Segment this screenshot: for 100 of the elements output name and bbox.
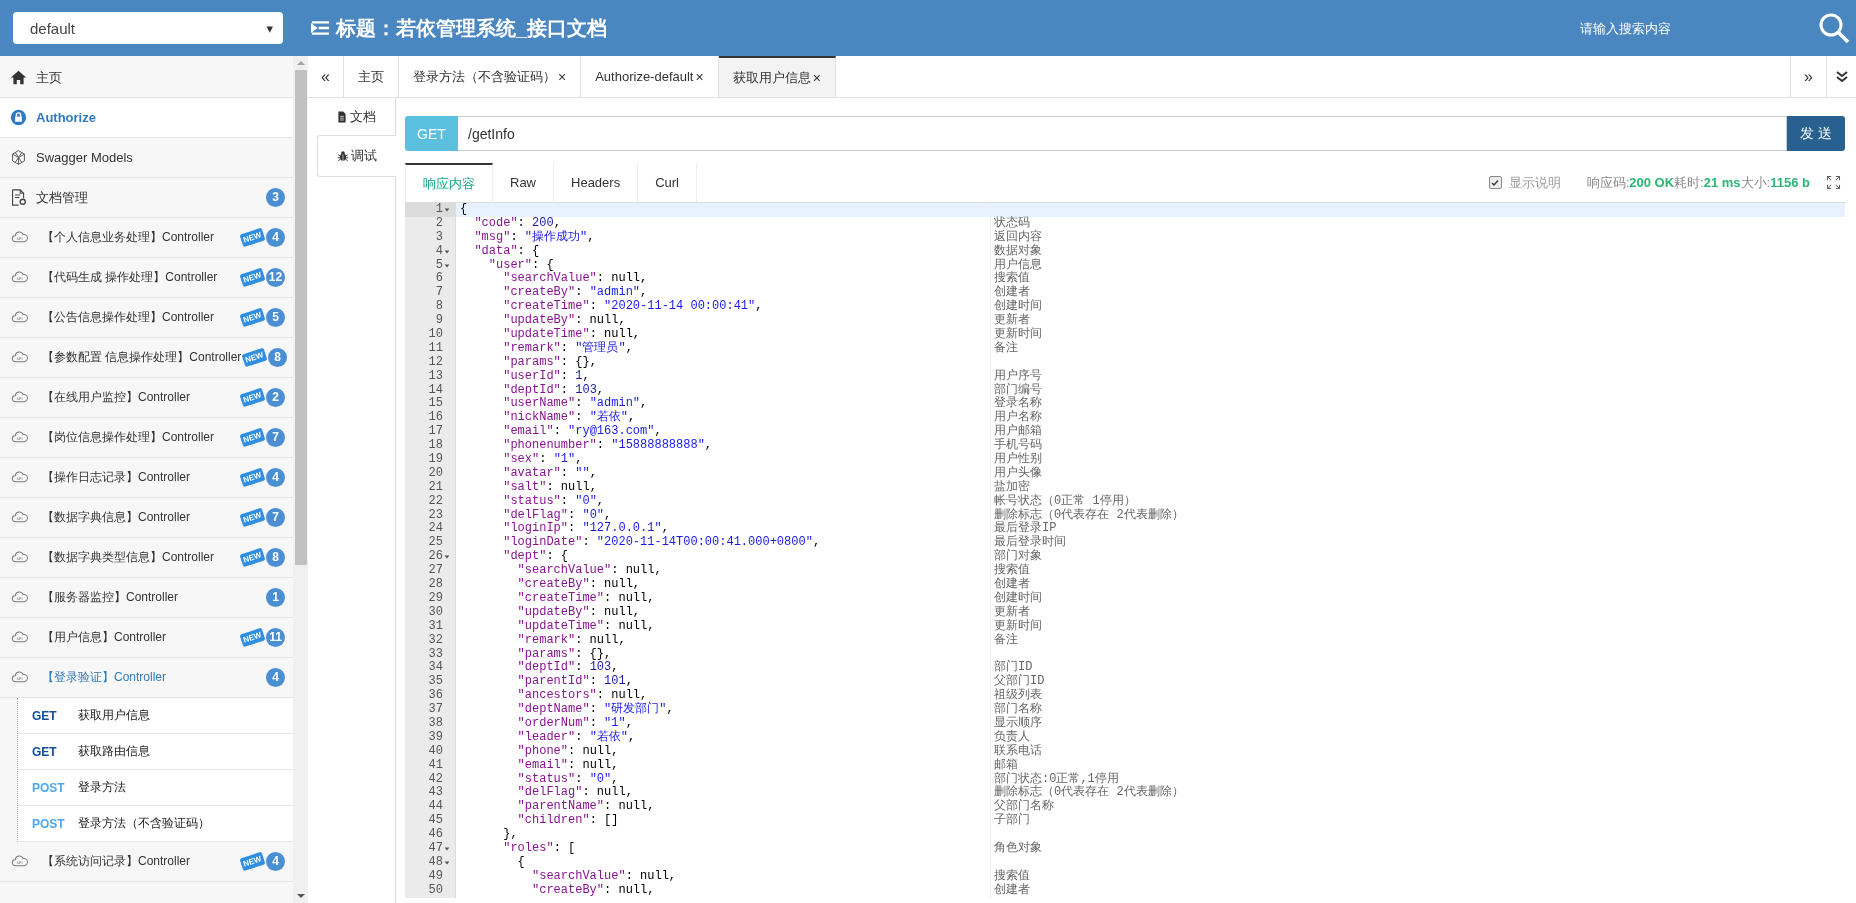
new-tag: NEW (239, 627, 266, 648)
line-number: 5 (435, 258, 443, 272)
field-description: 更新者 (994, 604, 1030, 619)
field-description: 部门状态:0正常,1停用 (994, 771, 1119, 786)
count-badge: 4 (266, 668, 285, 687)
field-description: 数据对象 (994, 243, 1042, 258)
document-gear-icon (10, 189, 27, 206)
tab[interactable]: 获取用户信息× (718, 56, 836, 97)
code-line: "deptName": "研发部门", (455, 703, 990, 717)
side-tab[interactable]: 文档 (317, 98, 395, 135)
code-line: "createBy": null, (455, 578, 990, 592)
side-tab[interactable]: 调试 (317, 135, 396, 177)
menu-icon[interactable] (311, 20, 330, 36)
close-button[interactable]: × (558, 68, 567, 85)
code-line: "phonenumber": "15888888888", (455, 439, 990, 454)
line-number: 15 (428, 397, 443, 411)
checkbox[interactable] (1488, 176, 1502, 189)
new-tag: NEW (239, 547, 266, 568)
count-badge: 4 (266, 852, 285, 871)
tab[interactable]: 主页 (344, 56, 399, 97)
response-tab[interactable]: Headers (554, 163, 639, 202)
code-line: "searchValue": null, (455, 272, 990, 287)
endpoint-name: 登录方法 (78, 779, 126, 796)
check-icon (1490, 177, 1501, 188)
line-number: 42 (428, 772, 443, 786)
response-tab[interactable]: Curl (638, 163, 697, 202)
close-button[interactable]: × (695, 68, 704, 85)
code-line: "phone": null, (455, 744, 990, 759)
code-line: "params": {}, (455, 355, 990, 370)
status-label: 响应码: (1586, 174, 1630, 190)
field-description: 用户名称 (994, 410, 1042, 425)
line-number: 1 (435, 203, 443, 217)
new-tag: NEW (239, 507, 266, 528)
close-button[interactable]: × (812, 69, 821, 86)
field-description: 用户邮箱 (994, 424, 1042, 439)
fold-arrow-icon[interactable] (443, 844, 451, 853)
send-button[interactable]: 发 送 (1787, 116, 1845, 151)
field-description: 创建时间 (994, 590, 1042, 605)
field-description: 角色对象 (994, 840, 1042, 855)
code-line: "searchValue": null, (455, 564, 990, 579)
bug-icon (337, 150, 349, 162)
sidebar-item[interactable]: Authorize (0, 98, 293, 138)
search-field[interactable]: 请输入搜索内容 (1578, 19, 1752, 37)
new-tag: NEW (239, 387, 266, 408)
search-icon[interactable] (1818, 12, 1850, 44)
field-description: 部门名称 (994, 702, 1042, 717)
tab[interactable]: 登录方法（不含验证码）× (399, 56, 582, 97)
count-badge: 4 (266, 228, 285, 247)
fold-arrow-icon[interactable] (443, 858, 451, 867)
code-line: "delFlag": null, (455, 786, 990, 801)
group-select[interactable]: default ▾ (13, 12, 283, 44)
line-number: 43 (428, 786, 443, 800)
line-number: 16 (428, 411, 443, 425)
fold-arrow-icon[interactable] (443, 247, 451, 256)
line-number: 9 (435, 314, 443, 328)
line-number: 50 (428, 883, 443, 898)
line-number: 40 (428, 744, 443, 759)
home-icon (10, 69, 27, 86)
code-line: "parentId": 101, (455, 675, 990, 690)
field-description: 邮箱 (994, 757, 1018, 772)
endpoint-name: 获取用户信息 (78, 707, 150, 724)
line-number: 4 (435, 244, 443, 259)
code-line: "deptId": 103, (455, 661, 990, 676)
line-number: 26 (428, 550, 443, 564)
code-line: "code": 200, (455, 216, 990, 231)
count-badge: 11 (266, 628, 285, 647)
count-badge: 2 (266, 388, 285, 407)
url-field[interactable]: /getInfo (458, 116, 1787, 151)
line-number: 8 (435, 300, 443, 314)
field-description: 创建者 (994, 882, 1030, 897)
http-method: GET (32, 744, 58, 759)
line-number: 10 (428, 328, 443, 342)
code-line: "sex": "1", (455, 453, 990, 467)
method-label: GET (405, 116, 458, 151)
count-badge: 8 (268, 348, 288, 367)
code-line: "nickName": "若依", (455, 411, 990, 426)
new-tag: NEW (239, 267, 266, 288)
line-number: 47 (428, 841, 443, 856)
field-description: 更新时间 (994, 618, 1042, 633)
count-badge: 4 (266, 468, 285, 487)
scrollbar[interactable] (293, 56, 308, 903)
fold-arrow-icon[interactable] (443, 205, 451, 214)
code-line: "createBy": null, (455, 883, 990, 898)
field-description: 状态码 (994, 215, 1030, 230)
code-line: "salt": null, (455, 480, 990, 495)
fold-arrow-icon[interactable] (443, 261, 451, 270)
line-number: 17 (428, 425, 443, 439)
tab[interactable]: Authorize-default× (581, 56, 719, 97)
field-description: 部门编号 (994, 382, 1042, 397)
code-line: "updateTime": null, (455, 328, 990, 342)
code-line: "leader": "若依", (455, 730, 990, 745)
new-tag: NEW (239, 427, 266, 448)
new-tag: NEW (239, 227, 266, 248)
endpoint-name: 登录方法（不含验证码） (78, 815, 210, 832)
count-badge: 8 (266, 548, 285, 567)
http-method: GET (32, 708, 58, 723)
response-tab[interactable]: Raw (493, 163, 554, 202)
line-number: 29 (428, 591, 443, 606)
code-line: "userId": 1, (455, 369, 990, 384)
fullscreen-icon (1826, 175, 1841, 190)
